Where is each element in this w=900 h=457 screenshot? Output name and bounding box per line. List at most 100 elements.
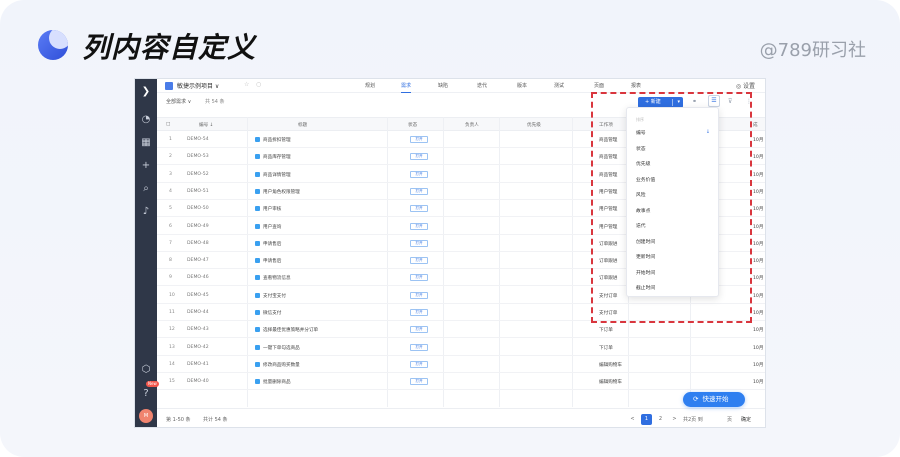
dropdown-item[interactable]: 状态 (636, 145, 646, 152)
dropdown-header: 排序 (636, 117, 644, 122)
logo-icon[interactable]: ❯ (138, 85, 154, 99)
row-title: 申请售后 (263, 259, 282, 265)
next-page-button[interactable]: > (669, 414, 680, 425)
dropdown-item[interactable]: 截止时间 (636, 284, 655, 291)
row-created: 10月 (753, 362, 764, 368)
row-number: 6 (169, 223, 172, 229)
tab-6[interactable]: 页面 (594, 82, 604, 89)
dropdown-item[interactable]: 更新时间 (636, 253, 655, 260)
tab-1[interactable]: 需求 (401, 82, 412, 93)
cube-icon[interactable]: ⬡ (138, 363, 154, 377)
info-icon[interactable]: ○ (256, 81, 261, 88)
row-work-item: 用户管理 (599, 207, 618, 213)
status-badge[interactable]: 打开 (410, 257, 428, 265)
more-icon[interactable]: ⋮ (746, 98, 752, 105)
row-work-item: 商品管理 (599, 172, 618, 178)
status-badge[interactable]: 打开 (410, 274, 428, 282)
dropdown-item[interactable]: 开始时间 (636, 269, 655, 276)
status-badge[interactable]: 打开 (410, 326, 428, 334)
col-work-item[interactable]: 工作项 (599, 122, 613, 128)
col-status[interactable]: 状态 (408, 122, 417, 128)
plus-icon[interactable]: + (138, 159, 154, 173)
row-created: 10月 (753, 345, 764, 351)
tab-0[interactable]: 规划 (365, 82, 375, 89)
table-row[interactable]: 15 DEMO-40 批量删除商品 编辑购物车 10月 打开 (157, 373, 765, 391)
dropdown-item[interactable]: 创建时间 (636, 238, 655, 245)
status-badge[interactable]: 打开 (410, 187, 428, 195)
search-icon[interactable]: ⌕ (138, 182, 154, 196)
row-work-item: 支付订单 (599, 293, 618, 299)
filter-dropdown[interactable]: 全部需求 ∨ (166, 98, 191, 105)
row-code: DEMO-48 (187, 240, 209, 246)
col-created[interactable]: 成 (753, 122, 758, 128)
row-code: DEMO-46 (187, 275, 209, 281)
dropdown-item[interactable]: 业务价值 (636, 176, 655, 183)
status-badge[interactable]: 打开 (410, 136, 428, 143)
story-icon (255, 154, 260, 160)
row-work-item: 支付订单 (599, 311, 618, 316)
row-created: 10月 (753, 138, 764, 143)
row-number: 13 (169, 344, 175, 350)
row-number: 10 (169, 292, 175, 298)
help-icon[interactable]: ? (138, 387, 154, 401)
confirm-button[interactable]: 确定 (741, 416, 751, 423)
table-row[interactable]: 11 DEMO-44 微信支付 支付订单 10月 打开 (157, 304, 765, 321)
page-1-button[interactable]: 1 (641, 414, 652, 425)
quick-start-button[interactable]: ⟳ 快速开始 (683, 392, 745, 407)
dropdown-item[interactable]: 风险 (636, 191, 646, 198)
sort-arrow-icon[interactable]: ↓ (706, 129, 710, 135)
row-number: 9 (169, 275, 172, 281)
row-title: 微信支付 (263, 311, 282, 316)
row-work-item: 编辑购物车 (599, 362, 622, 368)
status-badge[interactable]: 打开 (410, 205, 428, 213)
col-code[interactable]: 编号 ↓ (199, 122, 214, 128)
row-created: 10月 (753, 328, 764, 334)
table-row[interactable]: 12 DEMO-43 选择最佳优惠策略并分订单 下订单 10月 打开 (157, 321, 765, 339)
page-2-button[interactable]: 2 (655, 414, 666, 425)
status-badge[interactable]: 打开 (410, 360, 428, 368)
star-icon[interactable]: ☆ (244, 81, 249, 88)
column-settings-icon[interactable]: ☰ (708, 95, 720, 107)
row-code: DEMO-41 (187, 361, 209, 367)
status-badge[interactable]: 打开 (410, 291, 428, 299)
row-number: 14 (169, 361, 175, 367)
avatar[interactable]: M (139, 409, 153, 423)
grid-icon[interactable]: ▦ (138, 136, 154, 150)
total-text: 共计 54 条 (203, 417, 228, 423)
status-badge[interactable]: 打开 (410, 222, 428, 230)
prev-page-button[interactable]: < (627, 414, 638, 425)
story-icon (255, 206, 260, 212)
col-title[interactable]: 标题 (298, 122, 307, 128)
dropdown-item[interactable]: 优先级 (636, 160, 650, 167)
table-row[interactable]: 14 DEMO-41 修改商品购买数量 编辑购物车 10月 打开 (157, 356, 765, 373)
settings-link[interactable]: ◎ 设置 (736, 81, 755, 90)
status-badge[interactable]: 打开 (410, 343, 428, 351)
row-created: 10月 (753, 189, 764, 195)
dropdown-item[interactable]: 故事点 (636, 207, 650, 214)
select-all-checkbox[interactable]: □ (166, 122, 170, 127)
dropdown-item[interactable]: 编号 (636, 129, 646, 136)
status-badge[interactable]: 打开 (410, 153, 428, 161)
row-created: 10月 (753, 276, 764, 282)
col-owner[interactable]: 负责人 (465, 122, 479, 128)
status-badge[interactable]: 打开 (410, 378, 428, 386)
project-selector[interactable]: 敏捷示例项目 ∨ (177, 81, 219, 90)
tab-3[interactable]: 迭代 (477, 82, 487, 89)
record-count: 共 54 条 (205, 99, 225, 105)
dashboard-icon[interactable]: ◔ (138, 113, 154, 127)
tab-5[interactable]: 测试 (554, 82, 564, 89)
status-badge[interactable]: 打开 (410, 239, 428, 247)
tab-2[interactable]: 缺陷 (438, 82, 448, 89)
story-icon (255, 327, 260, 333)
table-row[interactable]: 13 DEMO-42 一键下单勾选商品 下订单 10月 打开 (157, 339, 765, 356)
status-badge[interactable]: 打开 (410, 170, 428, 178)
status-badge[interactable]: 打开 (410, 309, 428, 316)
dropdown-item[interactable]: 迭代 (636, 222, 646, 229)
filter-icon[interactable]: ⊽ (728, 98, 732, 105)
tab-7[interactable]: 报表 (631, 82, 641, 89)
row-work-item: 下订单 (599, 345, 613, 351)
share-icon[interactable]: ⚭ (692, 98, 697, 105)
bell-icon[interactable]: ♪ (138, 205, 154, 219)
tab-4[interactable]: 版本 (517, 82, 527, 89)
col-priority[interactable]: 优先级 (527, 122, 541, 128)
